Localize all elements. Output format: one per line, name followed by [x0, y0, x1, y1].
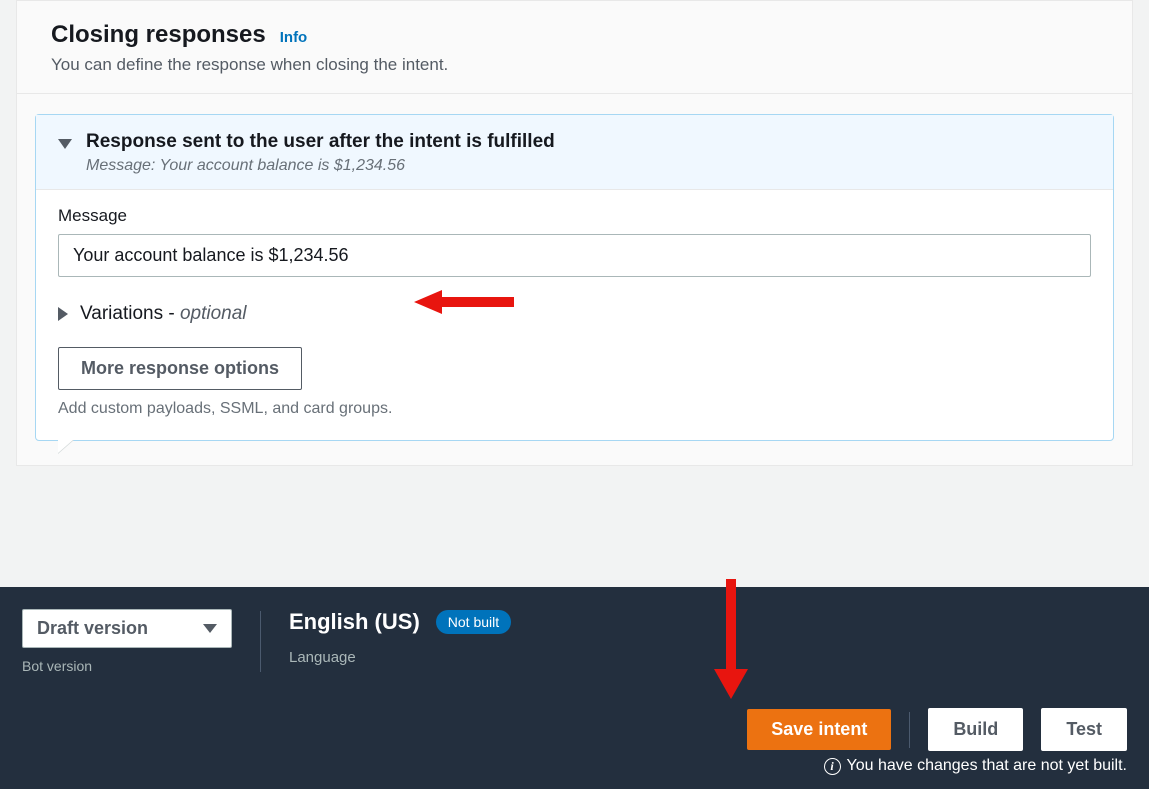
- save-intent-button[interactable]: Save intent: [747, 709, 891, 750]
- vertical-divider: [909, 712, 910, 748]
- response-section-toggle[interactable]: Response sent to the user after the inte…: [36, 115, 1113, 190]
- more-options-hint: Add custom payloads, SSML, and card grou…: [58, 400, 1091, 418]
- footer-actions: Save intent Build Test: [22, 708, 1127, 751]
- panel-title: Closing responses: [51, 21, 266, 49]
- language-name: English (US): [289, 609, 420, 635]
- speech-bubble-tail: [58, 439, 74, 453]
- caret-down-icon: [203, 624, 217, 633]
- status-badge: Not built: [436, 610, 511, 634]
- language-column: English (US) Not built Language: [289, 609, 511, 666]
- draft-version-select[interactable]: Draft version: [22, 609, 232, 648]
- response-card: Response sent to the user after the inte…: [35, 114, 1114, 441]
- changes-note-text: You have changes that are not yet built.: [847, 757, 1128, 775]
- bot-version-caption: Bot version: [22, 658, 232, 674]
- response-summary: Message: Your account balance is $1,234.…: [86, 157, 1091, 175]
- panel-body: Response sent to the user after the inte…: [17, 94, 1132, 465]
- footer-note: i You have changes that are not yet buil…: [22, 757, 1127, 775]
- closing-responses-panel: Closing responses Info You can define th…: [16, 0, 1133, 466]
- footer-bar: Draft version Bot version English (US) N…: [0, 587, 1149, 789]
- test-button[interactable]: Test: [1041, 708, 1127, 751]
- info-link[interactable]: Info: [280, 29, 308, 46]
- draft-version-label: Draft version: [37, 618, 148, 639]
- panel-header: Closing responses Info You can define th…: [17, 1, 1132, 94]
- message-field-label: Message: [58, 206, 1091, 226]
- more-response-options-button[interactable]: More response options: [58, 347, 302, 390]
- bot-version-column: Draft version Bot version: [22, 609, 232, 674]
- variations-label: Variations - optional: [80, 303, 247, 325]
- caret-right-icon: [58, 307, 68, 321]
- response-body: Message Variations - optional More respo…: [36, 190, 1113, 440]
- build-button[interactable]: Build: [928, 708, 1023, 751]
- info-circle-icon: i: [824, 758, 841, 775]
- caret-down-icon: [58, 139, 72, 149]
- vertical-divider: [260, 611, 261, 672]
- response-section-title: Response sent to the user after the inte…: [86, 131, 1091, 153]
- response-summary-prefix: Message:: [86, 157, 160, 174]
- response-summary-value: Your account balance is $1,234.56: [160, 157, 406, 174]
- variations-toggle[interactable]: Variations - optional: [58, 303, 1091, 325]
- language-caption: Language: [289, 649, 511, 666]
- panel-description: You can define the response when closing…: [51, 55, 1098, 75]
- message-input[interactable]: [58, 234, 1091, 277]
